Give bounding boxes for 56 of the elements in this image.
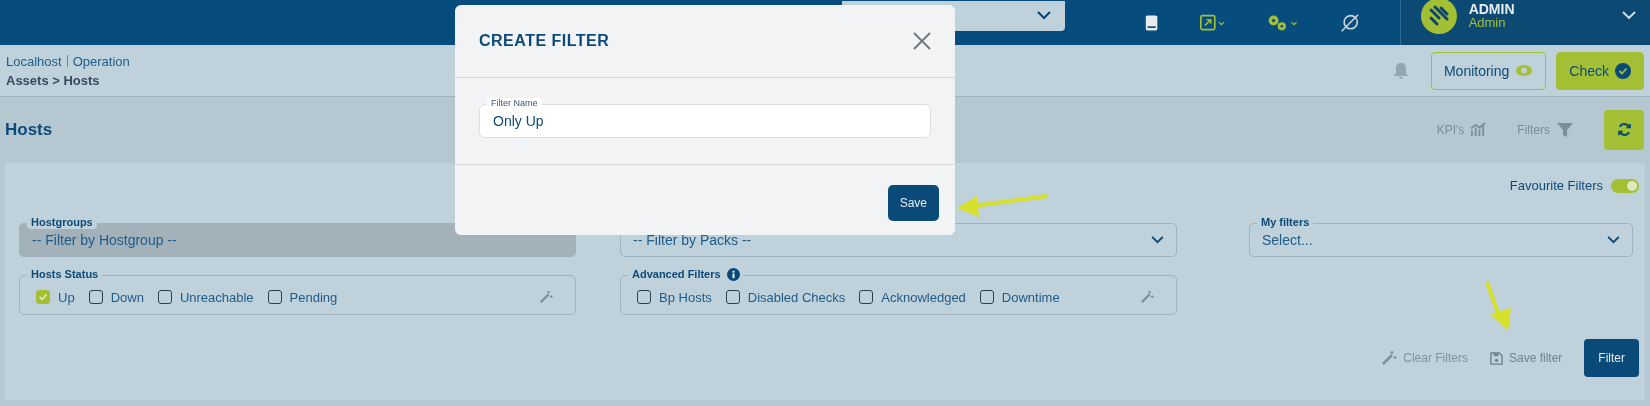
checkbox[interactable]: [979, 290, 994, 304]
checkbox-label: Downtime: [1001, 289, 1060, 305]
field-label: Hostgroups: [27, 216, 97, 229]
group-label: Hosts Status: [27, 268, 103, 281]
chevron-down-icon: [1607, 236, 1620, 244]
checkbox-label: Acknowledged: [881, 289, 966, 305]
breadcrumb-path: Assets > Hosts: [6, 72, 101, 88]
field-label: My filters: [1257, 216, 1314, 229]
refresh-button[interactable]: [1604, 109, 1644, 150]
group-label: Advanced Filters: [632, 268, 721, 281]
checkbox[interactable]: [88, 290, 103, 304]
checkbox-label: Pending: [289, 289, 338, 305]
refresh-icon: [1616, 122, 1632, 137]
save-button[interactable]: Save: [887, 185, 939, 221]
checkbox[interactable]: [267, 290, 282, 304]
checkbox[interactable]: [725, 290, 740, 304]
annotation-arrow: [1484, 280, 1514, 332]
checkbox[interactable]: [859, 290, 874, 304]
chart-icon: [1470, 122, 1488, 137]
breadcrumb-link[interactable]: Localhost: [6, 53, 62, 69]
action-link[interactable]: Save filter: [1489, 351, 1563, 365]
checkbox[interactable]: [36, 290, 50, 304]
select-placeholder: Select...: [1262, 232, 1313, 248]
field-label: Filter Name: [487, 98, 542, 109]
avatar-icon: [1420, 0, 1457, 34]
close-icon[interactable]: [913, 32, 931, 50]
user-name: ADMIN: [1468, 1, 1515, 16]
header-button[interactable]: Check: [1556, 51, 1644, 90]
checkbox[interactable]: [637, 290, 651, 304]
checkbox[interactable]: [157, 290, 172, 304]
select-placeholder: -- Filter by Packs --: [633, 232, 752, 248]
info-icon[interactable]: [726, 268, 740, 281]
filter-button[interactable]: Filter: [1584, 339, 1639, 377]
checkbox-label: Bp Hosts: [659, 289, 712, 305]
chevron-down-icon: [1151, 236, 1164, 244]
toggle-label: Favourite Filters: [1509, 178, 1603, 193]
dialog-title: CREATE FILTER: [479, 32, 610, 50]
funnel-icon: [1556, 121, 1574, 138]
checkbox-label: Up: [58, 289, 75, 305]
breadcrumb-link[interactable]: Operation: [72, 53, 130, 69]
checkbox-label: Down: [110, 289, 144, 305]
magic-wand-icon: [1381, 350, 1398, 366]
chevron-down-icon: [1622, 11, 1636, 20]
checkbox-label: Unreachable: [179, 289, 254, 305]
toggle-switch[interactable]: [1611, 178, 1639, 193]
header-button[interactable]: Monitoring: [1430, 51, 1547, 90]
checkbox-label: Disabled Checks: [747, 289, 846, 305]
external-link-icon[interactable]: [1200, 12, 1225, 33]
eye-icon: [1515, 64, 1534, 77]
select-placeholder: -- Filter by Hostgroup --: [32, 232, 177, 248]
user-menu[interactable]: ADMIN Admin: [1399, 0, 1650, 45]
checkmark-icon: [38, 292, 48, 302]
check-circle-icon: [1615, 62, 1631, 79]
page-title: Hosts: [5, 119, 53, 140]
user-role: Admin: [1468, 15, 1507, 30]
chevron-down-icon: [1036, 11, 1051, 20]
